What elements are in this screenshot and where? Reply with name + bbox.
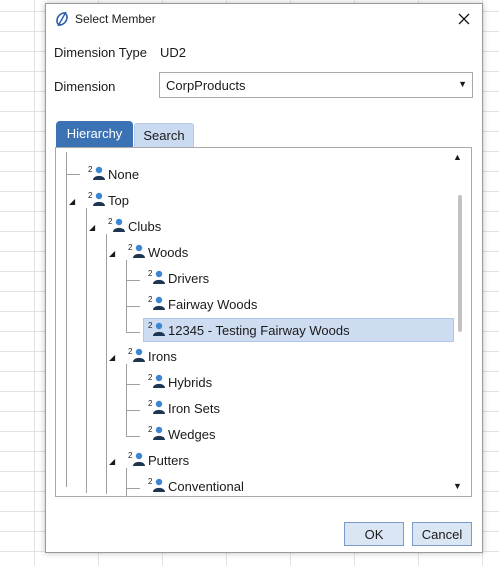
ok-button[interactable]: OK	[344, 522, 404, 546]
dimension-select-value: CorpProducts	[166, 78, 246, 93]
tree-line	[126, 280, 140, 281]
tree-node-label[interactable]: Conventional	[168, 479, 244, 494]
member-person-icon: 2	[128, 451, 146, 467]
vertical-scrollbar-thumb[interactable]	[458, 195, 462, 332]
onestream-logo-icon	[55, 11, 69, 27]
tree-node-label[interactable]: Putters	[148, 453, 189, 468]
member-person-icon: 2	[88, 165, 106, 181]
tree-node-label[interactable]: Iron Sets	[168, 401, 220, 416]
member-person-icon: 2	[148, 269, 166, 285]
svg-text:2: 2	[128, 347, 133, 356]
tree-line	[66, 174, 80, 175]
tree-line	[126, 306, 140, 307]
tab-hierarchy[interactable]: Hierarchy	[56, 121, 133, 147]
svg-text:2: 2	[128, 451, 133, 460]
svg-text:2: 2	[88, 191, 93, 200]
dimension-select[interactable]: CorpProducts ▼	[159, 72, 473, 98]
tree-line	[126, 410, 140, 411]
svg-text:2: 2	[148, 269, 153, 278]
svg-text:2: 2	[148, 399, 153, 408]
tree-node-label[interactable]: Drivers	[168, 271, 209, 286]
dimension-label: Dimension	[54, 79, 116, 94]
svg-text:2: 2	[88, 165, 93, 174]
tab-search[interactable]: Search	[134, 123, 194, 147]
cancel-button[interactable]: Cancel	[412, 522, 472, 546]
hierarchy-tree: ◢ ◢ ◢ ◢ ◢ 2 None 2 Top 2 Clubs 2 Woods 2…	[55, 147, 472, 497]
svg-text:2: 2	[148, 321, 153, 330]
member-person-icon: 2	[108, 217, 126, 233]
tree-line	[126, 488, 140, 489]
scroll-up-arrow-icon[interactable]: ▲	[453, 152, 462, 162]
tree-node-label[interactable]: Clubs	[128, 219, 161, 234]
svg-text:2: 2	[148, 477, 153, 486]
scroll-down-arrow-icon[interactable]: ▼	[453, 481, 462, 491]
collapse-toggle-icon[interactable]: ◢	[109, 353, 115, 363]
tree-node-label[interactable]: Fairway Woods	[168, 297, 257, 312]
member-person-icon: 2	[148, 425, 166, 441]
dialog-title: Select Member	[75, 12, 156, 26]
tree-line	[126, 364, 127, 436]
dimension-type-label: Dimension Type	[54, 45, 147, 60]
tree-line	[66, 152, 67, 487]
tree-node-label[interactable]: 12345 - Testing Fairway Woods	[168, 323, 350, 338]
close-button[interactable]	[454, 9, 474, 29]
svg-text:2: 2	[148, 295, 153, 304]
tree-node-label[interactable]: Woods	[148, 245, 188, 260]
collapse-toggle-icon[interactable]: ◢	[69, 197, 75, 207]
collapse-toggle-icon[interactable]: ◢	[109, 457, 115, 467]
member-person-icon: 2	[148, 321, 166, 337]
close-icon[interactable]	[454, 9, 474, 29]
member-person-icon: 2	[88, 191, 106, 207]
tree-line	[106, 234, 107, 494]
tree-line	[126, 468, 127, 496]
tree-line	[126, 436, 140, 437]
svg-text:2: 2	[128, 243, 133, 252]
tree-line	[126, 260, 127, 332]
tree-line	[126, 332, 140, 333]
collapse-toggle-icon[interactable]: ◢	[89, 223, 95, 233]
member-person-icon: 2	[128, 347, 146, 363]
collapse-toggle-icon[interactable]: ◢	[109, 249, 115, 259]
title-bar: Select Member	[46, 4, 482, 34]
tree-node-label[interactable]: Hybrids	[168, 375, 212, 390]
svg-text:2: 2	[108, 217, 113, 226]
svg-text:2: 2	[148, 373, 153, 382]
tree-node-label[interactable]: Wedges	[168, 427, 215, 442]
member-person-icon: 2	[128, 243, 146, 259]
member-person-icon: 2	[148, 295, 166, 311]
member-person-icon: 2	[148, 373, 166, 389]
tree-node-label[interactable]: None	[108, 167, 139, 182]
member-person-icon: 2	[148, 477, 166, 493]
tree-node-label[interactable]: Top	[108, 193, 129, 208]
dropdown-arrow-icon[interactable]: ▼	[458, 79, 467, 89]
tree-line	[86, 208, 87, 493]
tree-line	[126, 384, 140, 385]
svg-text:2: 2	[148, 425, 153, 434]
select-member-dialog: Select Member Dimension Type UD2 Dimensi…	[45, 3, 483, 553]
member-person-icon: 2	[148, 399, 166, 415]
dimension-type-value: UD2	[160, 45, 187, 60]
tree-node-label[interactable]: Irons	[148, 349, 177, 364]
